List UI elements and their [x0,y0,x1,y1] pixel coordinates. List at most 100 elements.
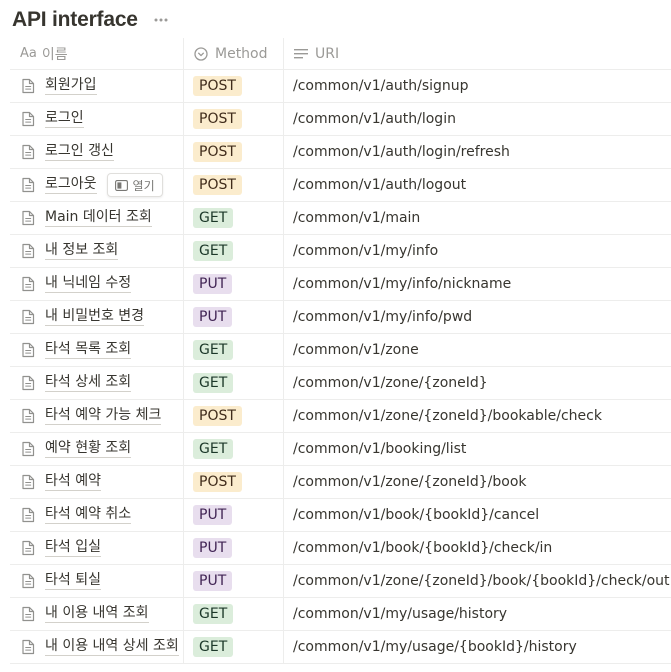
uri-text: /common/v1/my/info [293,243,439,259]
uri-cell[interactable]: /common/v1/my/info/nickname [284,268,671,300]
name-cell[interactable]: 타석 입실 [10,532,184,564]
method-cell[interactable]: PUT [184,532,284,564]
table-row[interactable]: 로그인 갱신 POST/common/v1/auth/login/refresh [10,136,671,169]
uri-cell[interactable]: /common/v1/zone [284,334,671,366]
name-cell[interactable]: 타석 예약 취소 [10,499,184,531]
method-cell[interactable]: POST [184,169,284,201]
table-row[interactable]: 회원가입 POST/common/v1/auth/signup [10,70,671,103]
page-title[interactable]: API interface [12,8,138,32]
open-page-button[interactable]: 열기 [106,173,163,197]
uri-cell[interactable]: /common/v1/auth/logout [284,169,671,201]
row-title[interactable]: 내 이용 내역 조회 [45,605,149,623]
table-row[interactable]: 예약 현황 조회 GET/common/v1/booking/list [10,433,671,466]
table-row[interactable]: 내 정보 조회 GET/common/v1/my/info [10,235,671,268]
row-title[interactable]: 로그인 [45,110,84,128]
method-cell[interactable]: POST [184,103,284,135]
uri-cell[interactable]: /common/v1/auth/login/refresh [284,136,671,168]
table-row[interactable]: 타석 예약 가능 체크 POST/common/v1/zone/{zoneId}/… [10,400,671,433]
method-cell[interactable]: GET [184,631,284,663]
name-cell[interactable]: Main 데이터 조회 [10,202,184,234]
name-cell[interactable]: 내 이용 내역 조회 [10,598,184,630]
uri-cell[interactable]: /common/v1/my/info [284,235,671,267]
name-cell[interactable]: 로그인 갱신 [10,136,184,168]
page-icon [20,276,36,292]
method-cell[interactable]: POST [184,466,284,498]
uri-text: /common/v1/zone [293,342,419,358]
page-icon [20,78,36,94]
row-title[interactable]: 로그인 갱신 [45,143,114,161]
method-cell[interactable]: GET [184,367,284,399]
uri-cell[interactable]: /common/v1/zone/{zoneId}/book [284,466,671,498]
ellipsis-icon[interactable] [150,9,172,31]
table-row[interactable]: 내 비밀번호 변경 PUT/common/v1/my/info/pwd [10,301,671,334]
row-title[interactable]: 타석 입실 [45,539,101,557]
method-cell[interactable]: PUT [184,301,284,333]
table-row[interactable]: 타석 목록 조회 GET/common/v1/zone [10,334,671,367]
name-cell[interactable]: 타석 예약 [10,466,184,498]
name-cell[interactable]: 예약 현황 조회 [10,433,184,465]
uri-cell[interactable]: /common/v1/zone/{zoneId}/book/{bookId}/c… [284,565,671,597]
row-title[interactable]: 타석 상세 조회 [45,374,132,392]
table-row[interactable]: 로그아웃 열기 POST/common/v1/auth/logout [10,169,671,202]
row-title[interactable]: 내 비밀번호 변경 [45,308,145,326]
name-cell[interactable]: 회원가입 [10,70,184,102]
name-cell[interactable]: 내 이용 내역 상세 조회 [10,631,184,663]
column-header-uri[interactable]: URI [284,38,671,69]
method-cell[interactable]: PUT [184,268,284,300]
method-cell[interactable]: POST [184,136,284,168]
uri-cell[interactable]: /common/v1/main [284,202,671,234]
row-title[interactable]: 타석 퇴실 [45,572,101,590]
table-row[interactable]: Main 데이터 조회 GET/common/v1/main [10,202,671,235]
row-title[interactable]: 내 닉네임 수정 [45,275,132,293]
table-row[interactable]: 타석 예약 취소 PUT/common/v1/book/{bookId}/canc… [10,499,671,532]
row-title[interactable]: 타석 예약 취소 [45,506,132,524]
row-title[interactable]: 예약 현황 조회 [45,440,132,458]
row-title[interactable]: 타석 예약 [45,473,101,491]
method-cell[interactable]: GET [184,202,284,234]
method-cell[interactable]: PUT [184,499,284,531]
name-cell[interactable]: 로그인 [10,103,184,135]
uri-cell[interactable]: /common/v1/my/usage/{bookId}/history [284,631,671,663]
table-row[interactable]: 로그인 POST/common/v1/auth/login [10,103,671,136]
table-row[interactable]: 타석 예약 POST/common/v1/zone/{zoneId}/book [10,466,671,499]
name-cell[interactable]: 내 정보 조회 [10,235,184,267]
row-title[interactable]: 내 정보 조회 [45,242,119,260]
uri-cell[interactable]: /common/v1/booking/list [284,433,671,465]
table-row[interactable]: 내 이용 내역 조회 GET/common/v1/my/usage/history [10,598,671,631]
name-cell[interactable]: 내 닉네임 수정 [10,268,184,300]
table-row[interactable]: 타석 입실 PUT/common/v1/book/{bookId}/check/i… [10,532,671,565]
name-cell[interactable]: 타석 목록 조회 [10,334,184,366]
row-title[interactable]: 타석 목록 조회 [45,341,132,359]
row-title[interactable]: 타석 예약 가능 체크 [45,407,162,425]
name-cell[interactable]: 내 비밀번호 변경 [10,301,184,333]
uri-cell[interactable]: /common/v1/my/usage/history [284,598,671,630]
table-row[interactable]: 내 이용 내역 상세 조회 GET/common/v1/my/usage/{boo… [10,631,671,664]
column-header-name[interactable]: Aa 이름 [10,38,184,69]
uri-cell[interactable]: /common/v1/auth/signup [284,70,671,102]
uri-cell[interactable]: /common/v1/my/info/pwd [284,301,671,333]
row-title[interactable]: Main 데이터 조회 [45,209,152,227]
row-title[interactable]: 로그아웃 [45,176,97,194]
method-cell[interactable]: GET [184,433,284,465]
method-cell[interactable]: PUT [184,565,284,597]
table-row[interactable]: 타석 상세 조회 GET/common/v1/zone/{zoneId} [10,367,671,400]
method-cell[interactable]: GET [184,334,284,366]
uri-cell[interactable]: /common/v1/auth/login [284,103,671,135]
table-row[interactable]: 내 닉네임 수정 PUT/common/v1/my/info/nickname [10,268,671,301]
uri-cell[interactable]: /common/v1/zone/{zoneId} [284,367,671,399]
method-cell[interactable]: POST [184,400,284,432]
uri-cell[interactable]: /common/v1/zone/{zoneId}/bookable/check [284,400,671,432]
table-row[interactable]: 타석 퇴실 PUT/common/v1/zone/{zoneId}/book/{b… [10,565,671,598]
row-title[interactable]: 내 이용 내역 상세 조회 [45,638,179,656]
name-cell[interactable]: 타석 퇴실 [10,565,184,597]
uri-cell[interactable]: /common/v1/book/{bookId}/cancel [284,499,671,531]
method-cell[interactable]: GET [184,235,284,267]
method-cell[interactable]: POST [184,70,284,102]
column-header-method[interactable]: Method [184,38,284,69]
row-title[interactable]: 회원가입 [45,77,97,95]
method-cell[interactable]: GET [184,598,284,630]
uri-cell[interactable]: /common/v1/book/{bookId}/check/in [284,532,671,564]
name-cell[interactable]: 로그아웃 열기 [10,169,184,201]
name-cell[interactable]: 타석 상세 조회 [10,367,184,399]
name-cell[interactable]: 타석 예약 가능 체크 [10,400,184,432]
